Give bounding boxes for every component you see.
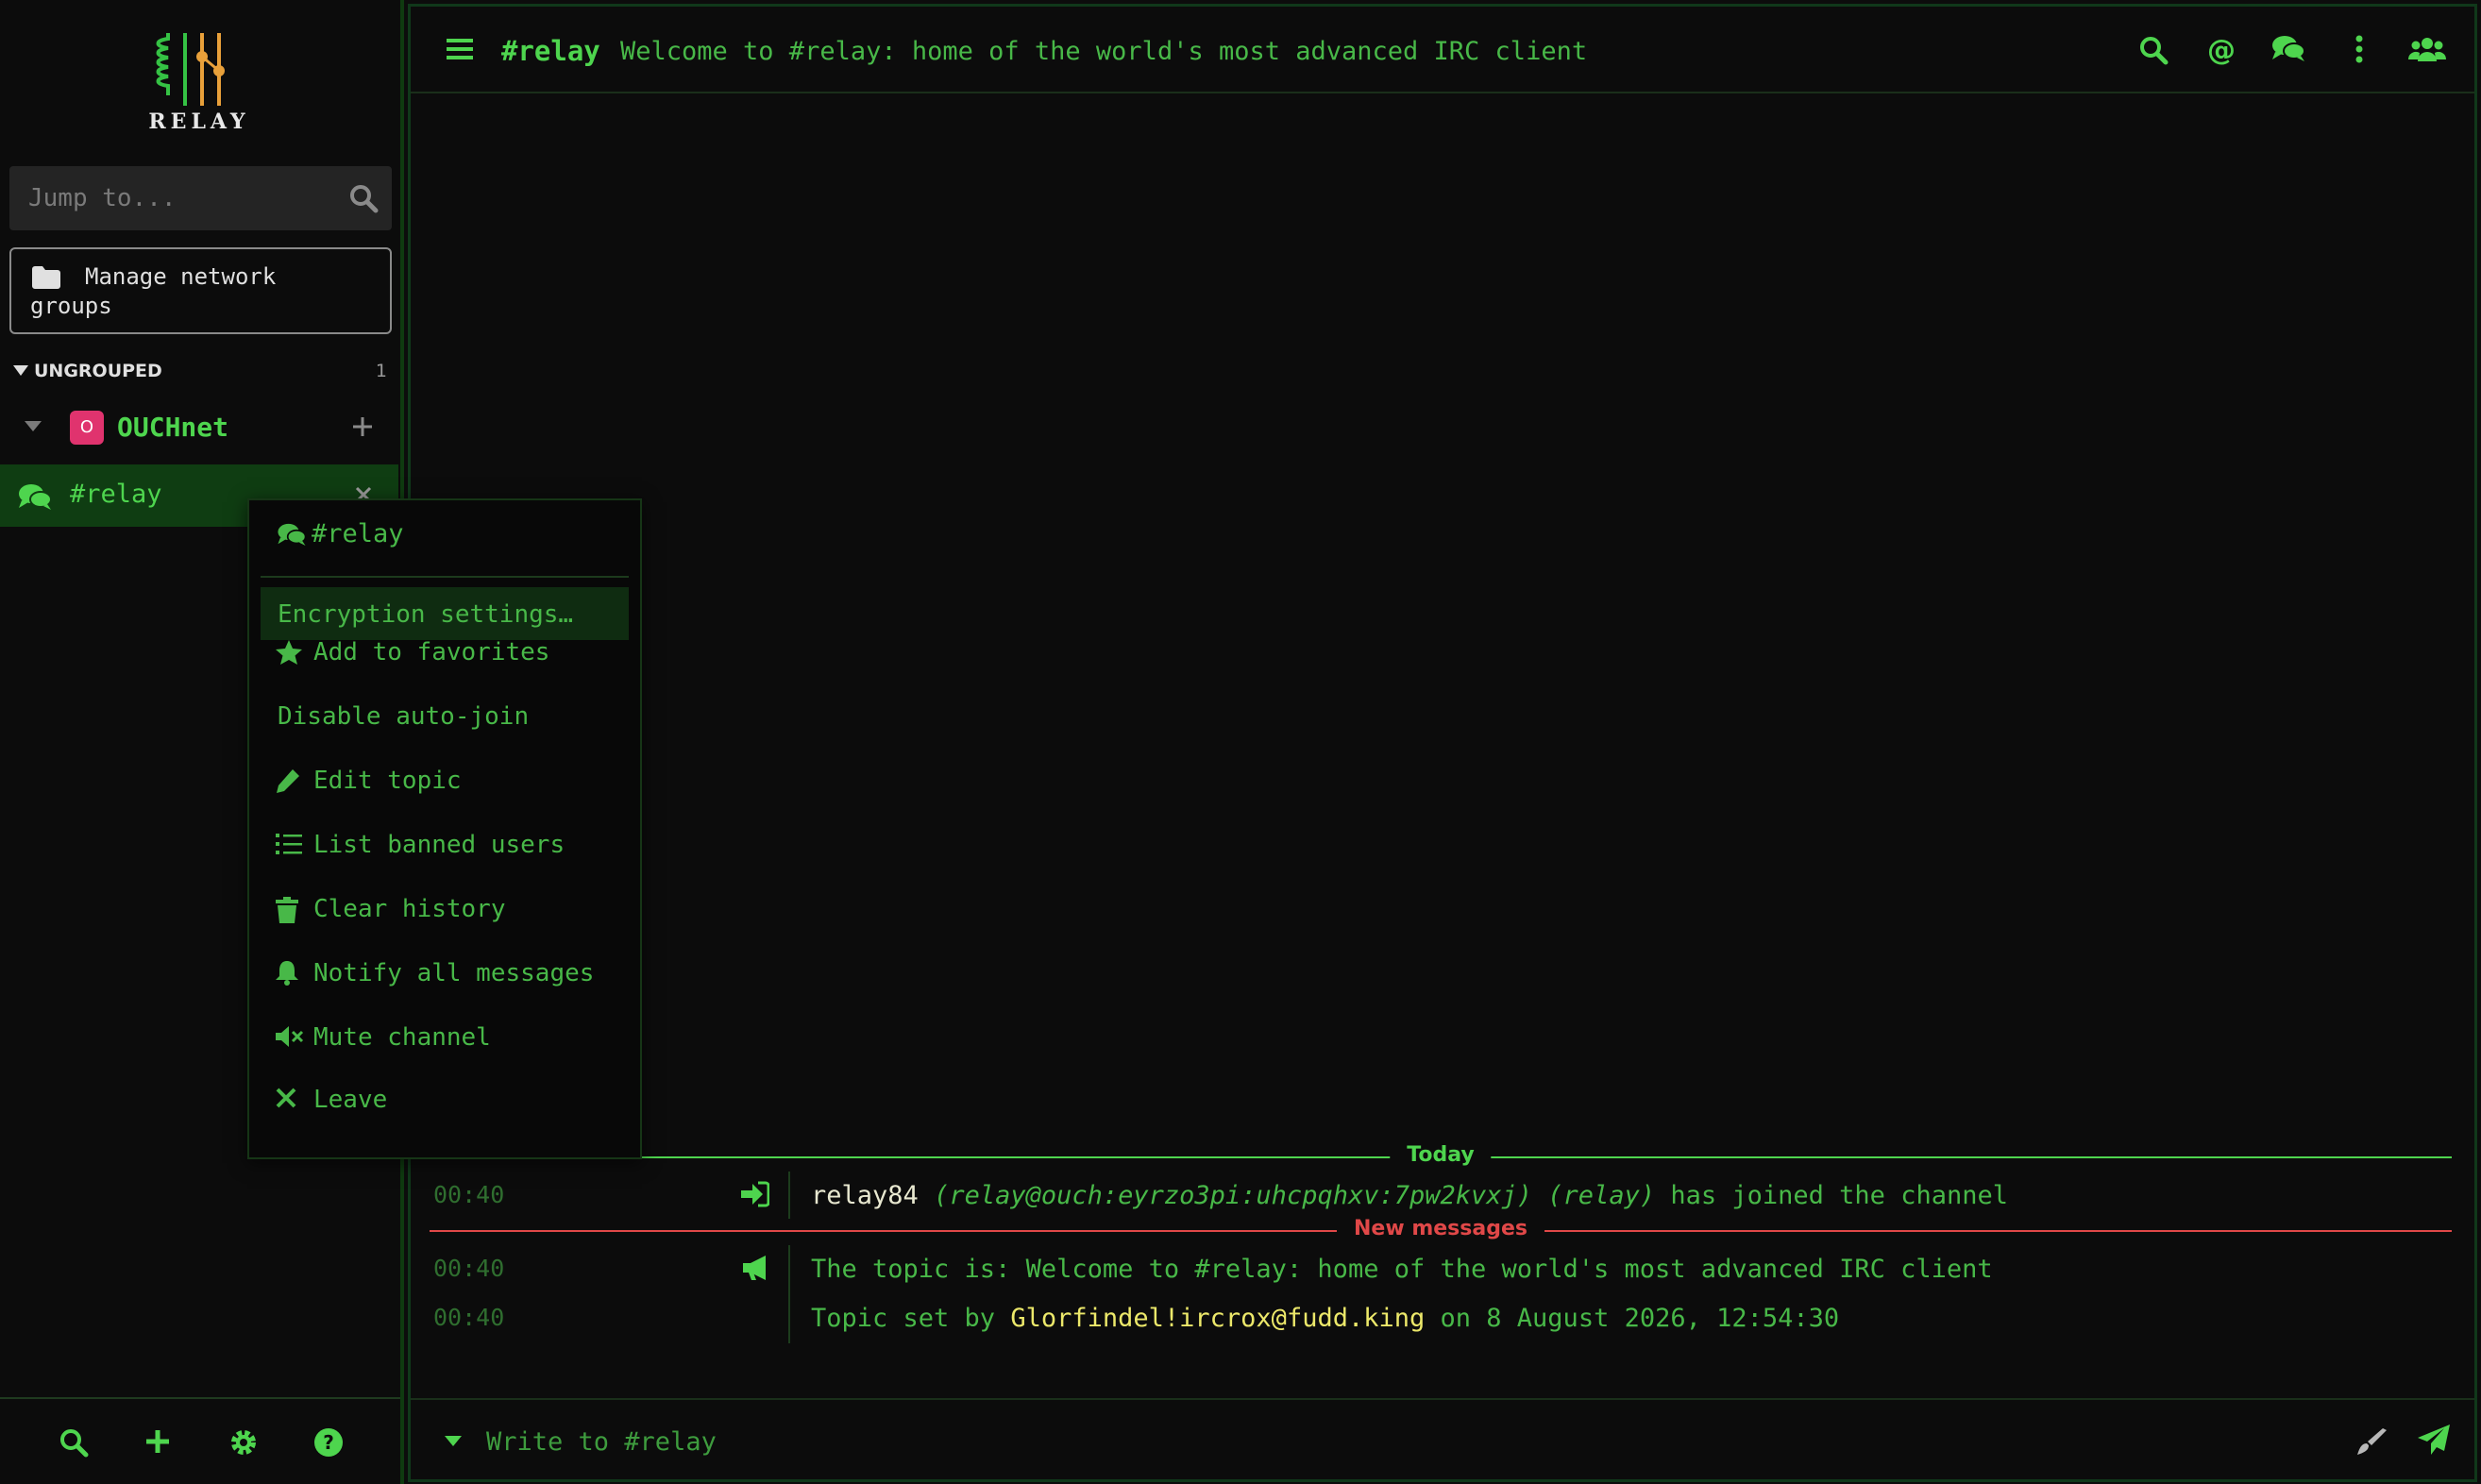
list-icon: [276, 833, 302, 855]
close-icon: [276, 1088, 296, 1108]
message-topic-setter[interactable]: Glorfindel!ircrox@fudd.king: [1010, 1304, 1425, 1333]
search-icon[interactable]: [348, 183, 379, 213]
bullhorn-icon: [741, 1255, 771, 1281]
group-label: UNGROUPED: [34, 361, 162, 381]
menu-item-list-banned-users[interactable]: List banned users: [261, 818, 629, 870]
menu-icon[interactable]: [447, 38, 473, 60]
new-messages-label: New messages: [1337, 1217, 1544, 1240]
menu-item-label: List banned users: [313, 831, 565, 859]
group-count: 1: [375, 361, 387, 381]
menu-item-mute-channel[interactable]: Mute channel: [261, 1010, 629, 1063]
caret-down-icon[interactable]: [445, 1436, 462, 1447]
context-menu-channel: #relay: [312, 519, 404, 548]
send-icon[interactable]: [2418, 1425, 2450, 1455]
search-icon[interactable]: [2138, 35, 2169, 65]
menu-item-label: Leave: [313, 1086, 388, 1114]
message-text: The topic is: Welcome to #relay: home of…: [811, 1255, 1993, 1284]
manage-network-groups-button[interactable]: Manage network groups: [9, 247, 392, 334]
brush-icon[interactable]: [2357, 1426, 2388, 1457]
message-text: relay84 (relay@ouch:eyrzo3pi:uhcpqhxv:7p…: [811, 1181, 2008, 1210]
menu-item-label: Add to favorites: [313, 638, 550, 666]
menu-item-add-to-favorites[interactable]: Add to favorites: [261, 625, 629, 678]
message-time: 00:40: [433, 1181, 505, 1208]
message-action: has joined the channel: [1670, 1181, 2008, 1210]
caret-down-icon: [13, 365, 28, 377]
star-icon: [276, 640, 302, 665]
message-nick[interactable]: relay84: [811, 1181, 919, 1210]
manage-network-groups-label: Manage network groups: [30, 263, 277, 319]
header-topic: Welcome to #relay: home of the world's m…: [620, 37, 1588, 66]
message-time: 00:40: [433, 1304, 505, 1331]
menu-item-label: Clear history: [313, 895, 506, 923]
group-header-ungrouped[interactable]: UNGROUPED 1: [13, 359, 387, 385]
menu-divider: [261, 576, 629, 578]
folder-icon: [32, 266, 60, 289]
bell-icon: [276, 961, 298, 986]
comments-icon[interactable]: [2272, 35, 2304, 61]
network-name: OUCHnet: [117, 412, 229, 443]
gear-icon[interactable]: [228, 1427, 259, 1458]
channel-header: #relay Welcome to #relay: home of the wo…: [411, 7, 2474, 93]
message-suffix: on 8 August 2026, 12:54:30: [1440, 1304, 1840, 1333]
message-topic-set: 00:40 Topic set by Glorfindel!ircrox@fud…: [411, 1296, 2474, 1338]
menu-item-label: Mute channel: [313, 1023, 491, 1052]
menu-item-label: Edit topic: [313, 767, 462, 795]
menu-item-leave[interactable]: Leave: [261, 1072, 629, 1125]
date-divider-label: Today: [1390, 1143, 1492, 1167]
menu-item-edit-topic[interactable]: Edit topic: [261, 753, 629, 806]
date-divider: Today: [430, 1143, 2452, 1172]
context-menu-title: #relay: [278, 519, 404, 548]
message-topic: 00:40 The topic is: Welcome to #relay: h…: [411, 1247, 2474, 1289]
svg-text:?: ?: [323, 1431, 334, 1454]
users-icon[interactable]: [2408, 35, 2446, 63]
message-host: (relay@ouch:eyrzo3pi:uhcpqhxv:7pw2kvxj): [934, 1181, 1533, 1210]
search-icon[interactable]: [59, 1427, 89, 1458]
message-text: Topic set by Glorfindel!ircrox@fudd.king…: [811, 1304, 1839, 1333]
menu-item-clear-history[interactable]: Clear history: [261, 882, 629, 935]
channel-name: #relay: [70, 480, 162, 509]
header-channel-name: #relay: [501, 35, 600, 67]
more-vertical-icon[interactable]: [2354, 35, 2365, 63]
plus-icon[interactable]: [143, 1427, 172, 1456]
menu-item-notify-all-messages[interactable]: Notify all messages: [261, 946, 629, 999]
menu-item-label: Notify all messages: [313, 959, 595, 987]
svg-text:@: @: [2207, 35, 2236, 65]
jump-to-input[interactable]: [9, 166, 330, 230]
comments-icon: [278, 523, 306, 546]
caret-down-icon[interactable]: [25, 421, 42, 432]
sidebar-footer: ?: [0, 1397, 400, 1484]
add-channel-icon[interactable]: [351, 415, 374, 438]
comments-icon: [19, 483, 51, 510]
message-join: 00:40 relay84 (relay@ouch:eyrzo3pi:uhcpq…: [411, 1173, 2474, 1215]
menu-item-label: Disable auto-join: [278, 702, 530, 731]
sign-in-icon: [741, 1181, 769, 1207]
volume-mute-icon: [276, 1025, 304, 1048]
network-badge: O: [70, 411, 104, 445]
message-realname: (relay): [1547, 1181, 1656, 1210]
trash-icon: [276, 897, 298, 923]
channel-context-menu: #relay Encryption settings… Add to favor…: [247, 498, 642, 1159]
logo-text: RELAY: [148, 110, 250, 134]
main-panel: #relay Welcome to #relay: home of the wo…: [408, 4, 2477, 1482]
new-messages-divider: New messages: [430, 1217, 2452, 1245]
pencil-icon: [276, 768, 300, 793]
help-icon[interactable]: ?: [313, 1427, 344, 1458]
mention-icon[interactable]: @: [2206, 35, 2236, 65]
message-input[interactable]: [486, 1417, 2187, 1466]
compose-bar: [411, 1398, 2474, 1479]
menu-item-disable-auto-join[interactable]: Disable auto-join: [261, 689, 629, 742]
network-ouchnet[interactable]: O OUCHnet: [0, 404, 398, 449]
message-time: 00:40: [433, 1255, 505, 1282]
message-prefix: Topic set by: [811, 1304, 996, 1333]
jump-to-box[interactable]: [9, 166, 392, 230]
